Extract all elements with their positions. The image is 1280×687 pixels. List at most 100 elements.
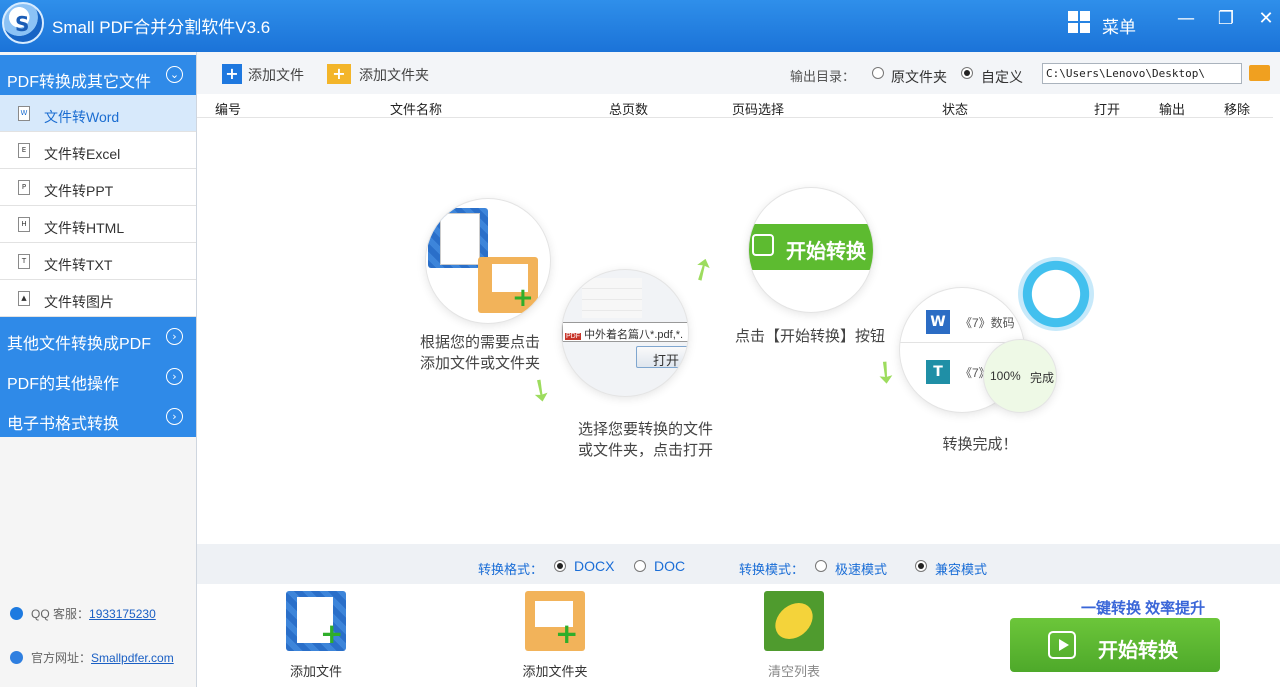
progress-text: 100% [990,369,1021,383]
word-item-text: 《7》数码 [960,316,1015,330]
step4-text: 转换完成！ [942,436,1018,453]
add-file-big-label[interactable]: 添加文件 [256,661,376,680]
format-doc-radio[interactable] [634,560,646,572]
category-label: 电子书格式转换 [7,416,120,433]
sidebar-item-label: 文件转图片 [44,294,114,310]
add-folder-button[interactable]: 添加文件夹 [359,65,429,85]
sidebar-item-image[interactable]: ▲ 文件转图片 [0,280,196,317]
chat-bubble-icon [1018,257,1094,331]
col-remove: 移除 [1224,102,1251,117]
start-convert-button[interactable]: 开始转换 [1010,618,1220,672]
chevron-right-icon: › [166,368,183,385]
output-custom-label: 自定义 [981,69,1023,85]
title-bar: S Small PDF合并分割软件V3.6 菜单 — ❐ ✕ [0,0,1280,52]
menu-grid-icon[interactable] [1068,11,1090,33]
play-icon [752,234,774,256]
filename-field: PDF 中外着名篇八*.pdf,*. [562,322,688,342]
minimize-button[interactable]: — [1174,8,1198,32]
ie-icon [10,651,23,664]
mode-fast-label: 极速模式 [835,562,888,577]
mode-compat-label: 兼容模式 [935,562,988,577]
html-file-icon: H [18,217,30,232]
chevron-down-icon: ⌄ [166,66,183,83]
word-file-icon: W [18,106,30,121]
file-table-header: 编号 文件名称 总页数 页码选择 状态 打开 输出 移除 [197,94,1273,118]
filename-text: 中外着名篇八*.pdf,*. [584,329,684,341]
category-label: PDF的其他操作 [7,376,120,393]
broom-icon[interactable] [764,591,824,651]
done-text: 完成 [1030,371,1055,385]
output-dir-label: 输出目录： [790,69,856,84]
maximize-button[interactable]: ❐ [1214,8,1238,32]
sidebar-item-ppt[interactable]: P 文件转PPT [0,169,196,206]
arrow-icon: ➚ [682,248,723,291]
step3-text: 点击【开始转换】按钮 [734,328,885,345]
file-list-icon [582,278,642,318]
mode-fast-radio[interactable] [815,560,827,572]
sidebar-item-excel[interactable]: E 文件转Excel [0,132,196,169]
close-button[interactable]: ✕ [1254,8,1278,32]
add-folder-big-label[interactable]: 添加文件夹 [495,661,615,680]
chevron-right-icon: › [166,408,183,425]
qq-number-link[interactable]: 1933175230 [89,607,156,621]
chevron-right-icon: › [166,328,183,345]
step1-text: 根据您的需要点击 添加文件或文件夹 [400,332,560,374]
logo-letter: S [15,12,30,36]
add-file-button[interactable]: 添加文件 [248,65,304,85]
website-link[interactable]: Smallpdfer.com [91,651,174,665]
sidebar-item-txt[interactable]: T 文件转TXT [0,243,196,280]
add-file-big-icon[interactable]: + [286,591,346,651]
category-pdf-other-ops[interactable]: PDF的其他操作 › [0,357,196,397]
play-icon [1048,631,1076,659]
add-folder-big-icon[interactable]: + [525,591,585,651]
plus-icon: + [320,617,344,650]
output-custom-radio[interactable] [961,67,973,79]
add-file-icon[interactable]: + [222,64,242,84]
open-button-illustration: 打开 [636,346,688,368]
ppt-file-icon: P [18,180,30,195]
broom-head-icon [771,603,817,639]
sidebar-item-label: 文件转Excel [44,146,121,162]
output-source-radio[interactable] [872,67,884,79]
sidebar-item-html[interactable]: H 文件转HTML [0,206,196,243]
start-button-illustration: 开始转换 [749,224,873,270]
bottom-actions: + 添加文件 + 添加文件夹 清空列表 一键转换 效率提升 开始转换 [197,584,1280,687]
app-window: S Small PDF合并分割软件V3.6 菜单 — ❐ ✕ PDF转换成其它文… [0,0,1280,687]
sidebar-item-label: 文件转Word [44,109,120,125]
category-label: PDF转换成其它文件 [7,74,152,91]
browse-folder-icon[interactable] [1249,65,1270,81]
category-ebook[interactable]: 电子书格式转换 › [0,397,196,437]
output-path-input[interactable]: C:\Users\Lenovo\Desktop\ [1042,63,1242,84]
step2-line2: 或文件夹，点击打开 [577,442,713,459]
format-docx-radio[interactable] [554,560,566,572]
category-pdf-to-other[interactable]: PDF转换成其它文件 ⌄ [0,55,196,95]
arrow-icon: ➘ [520,368,561,413]
official-website: 官方网址：Smallpdfer.com [10,649,174,666]
progress-circle: 100% 完成 [984,340,1056,412]
category-label: 其他文件转换成PDF [7,336,152,353]
website-label: 官方网址： [31,651,92,665]
sidebar-item-word[interactable]: W 文件转Word [0,95,196,132]
step2-line1: 选择您要转换的文件 [577,421,713,438]
menu-button[interactable]: 菜单 [1102,13,1136,38]
pdf-tag: PDF [565,333,581,340]
step1-line1: 根据您的需要点击 [419,334,540,351]
col-number: 编号 [215,102,242,117]
app-title: Small PDF合并分割软件V3.6 [52,18,271,37]
mode-compat-radio[interactable] [915,560,927,572]
col-output: 输出 [1159,102,1186,117]
qq-icon [10,607,23,620]
clear-list-label[interactable]: 清空列表 [734,661,854,680]
word-icon: W [926,310,950,334]
step2-circle: PDF 中外着名篇八*.pdf,*. 打开 [562,270,688,396]
sidebar-item-label: 文件转PPT [44,183,114,199]
plus-icon: + [555,617,579,650]
step2-text: 选择您要转换的文件 或文件夹，点击打开 [558,419,733,461]
add-folder-icon[interactable]: + [327,64,351,84]
category-other-to-pdf[interactable]: 其他文件转换成PDF › [0,317,196,357]
format-label: 转换格式： [478,562,544,577]
txt-file-icon: T [18,254,30,269]
format-bar: 转换格式： DOCX DOC 转换模式： 极速模式 兼容模式 [197,544,1280,584]
sidebar-item-label: 文件转TXT [44,257,113,273]
slogan-text: 一键转换 效率提升 [1081,600,1206,617]
